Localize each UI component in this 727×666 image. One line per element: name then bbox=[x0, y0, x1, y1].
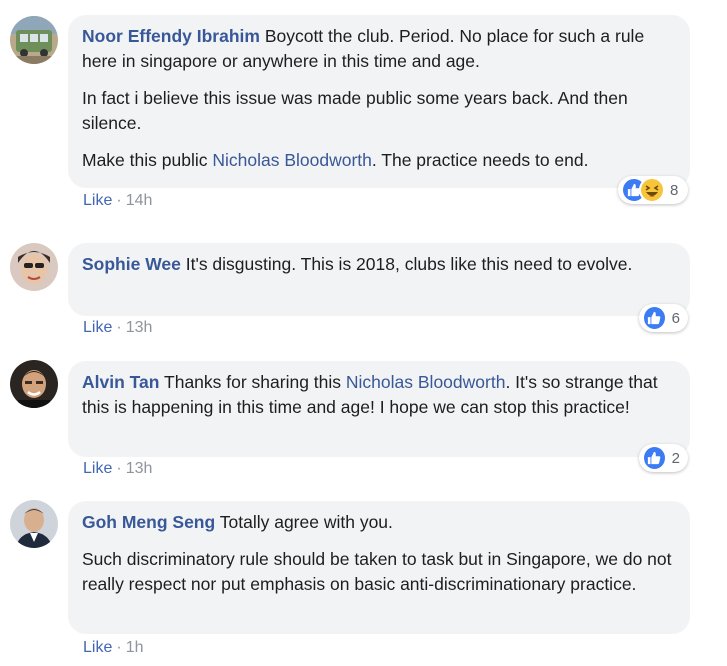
comment-paragraph: Alvin Tan Thanks for sharing this Nichol… bbox=[82, 370, 674, 420]
reactions-summary[interactable]: 2 bbox=[639, 444, 688, 472]
comment-text: Thanks for sharing this bbox=[164, 372, 346, 392]
reaction-count: 6 bbox=[671, 309, 680, 327]
like-link[interactable]: Like bbox=[83, 192, 112, 209]
timestamp[interactable]: 13h bbox=[126, 319, 153, 336]
reaction-count: 2 bbox=[671, 449, 680, 467]
comment-meta: Like · 14h bbox=[83, 192, 152, 210]
comment-paragraph: Goh Meng Seng Totally agree with you. bbox=[82, 510, 674, 535]
comment-meta: Like · 13h bbox=[83, 319, 152, 337]
comment-text: It's disgusting. This is 2018, clubs lik… bbox=[185, 254, 633, 274]
comment-meta: Like · 1h bbox=[83, 639, 143, 657]
author-name[interactable]: Sophie Wee bbox=[82, 254, 181, 274]
comment-bubble: Alvin Tan Thanks for sharing this Nichol… bbox=[68, 361, 690, 457]
timestamp[interactable]: 1h bbox=[126, 639, 144, 656]
reactions-summary[interactable]: 8 bbox=[618, 176, 688, 204]
comment-meta: Like · 13h bbox=[83, 460, 152, 478]
mention-link[interactable]: Nicholas Bloodworth bbox=[346, 372, 506, 392]
comment-paragraph: In fact i believe this issue was made pu… bbox=[82, 88, 628, 133]
mention-link[interactable]: Nicholas Bloodworth bbox=[212, 150, 372, 170]
like-link[interactable]: Like bbox=[83, 319, 112, 336]
comment-paragraph: Noor Effendy Ibrahim Boycott the club. P… bbox=[82, 24, 674, 74]
like-icon bbox=[642, 445, 667, 471]
comment-paragraph: Such discriminatory rule should be taken… bbox=[82, 549, 672, 594]
timestamp[interactable]: 14h bbox=[126, 192, 153, 209]
avatar[interactable] bbox=[10, 360, 58, 408]
comment-text: Make this public bbox=[82, 150, 213, 170]
separator: · bbox=[116, 319, 122, 336]
like-link[interactable]: Like bbox=[83, 460, 112, 477]
comment-paragraph: Sophie Wee It's disgusting. This is 2018… bbox=[82, 252, 674, 277]
comment-text: Totally agree with you. bbox=[219, 512, 393, 532]
haha-icon bbox=[639, 177, 665, 203]
comment-bubble: Sophie Wee It's disgusting. This is 2018… bbox=[68, 243, 690, 316]
avatar[interactable] bbox=[10, 243, 58, 291]
avatar[interactable] bbox=[10, 500, 58, 548]
separator: · bbox=[116, 460, 122, 477]
comment-paragraph: Make this public Nicholas Bloodworth. Th… bbox=[82, 148, 674, 173]
like-link[interactable]: Like bbox=[83, 639, 112, 656]
author-name[interactable]: Goh Meng Seng bbox=[82, 512, 215, 532]
comment-bubble: Noor Effendy Ibrahim Boycott the club. P… bbox=[68, 15, 690, 188]
comment-bubble: Goh Meng Seng Totally agree with you. Su… bbox=[68, 501, 690, 634]
like-icon bbox=[642, 305, 667, 331]
author-name[interactable]: Alvin Tan bbox=[82, 372, 159, 392]
separator: · bbox=[116, 192, 122, 209]
timestamp[interactable]: 13h bbox=[126, 460, 153, 477]
reaction-count: 8 bbox=[670, 181, 679, 199]
separator: · bbox=[116, 639, 122, 656]
reactions-summary[interactable]: 6 bbox=[639, 304, 688, 332]
author-name[interactable]: Noor Effendy Ibrahim bbox=[82, 26, 260, 46]
comment-text: . The practice needs to end. bbox=[371, 150, 589, 170]
avatar[interactable] bbox=[10, 16, 58, 64]
